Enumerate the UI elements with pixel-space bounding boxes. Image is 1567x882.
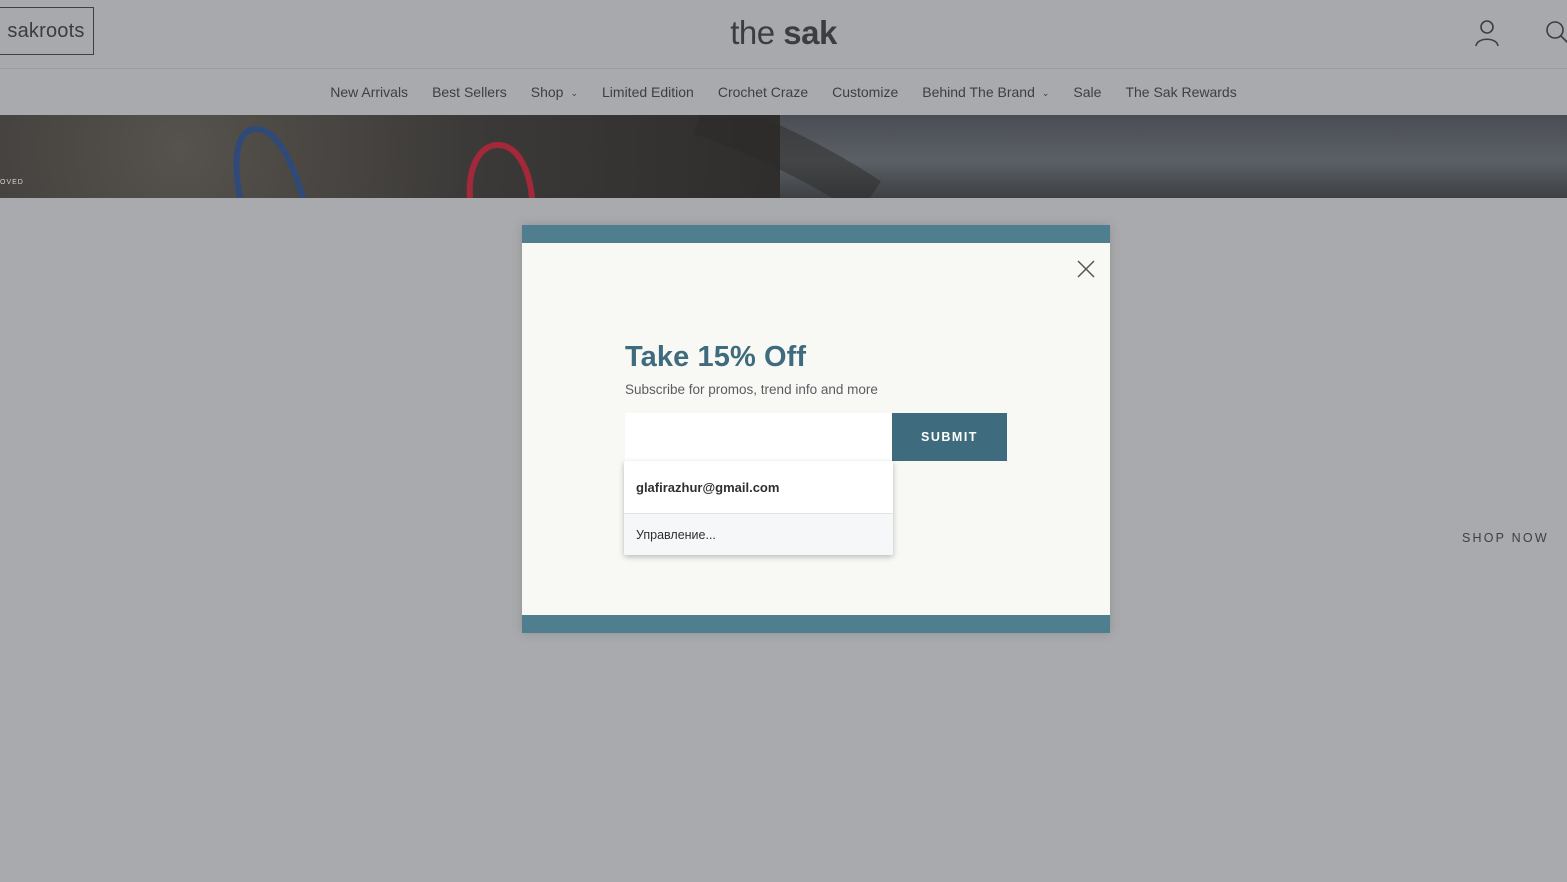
modal-top-bar xyxy=(522,225,1110,243)
modal-headline: Take 15% Off xyxy=(625,341,807,373)
nav-label: Limited Edition xyxy=(602,84,694,100)
logo-prefix: the xyxy=(730,14,784,51)
close-icon[interactable] xyxy=(1074,257,1098,281)
nav-label: Behind The Brand xyxy=(922,84,1035,100)
modal-bottom-bar xyxy=(522,615,1110,633)
nav-item-new-arrivals[interactable]: New Arrivals xyxy=(330,84,408,100)
email-field[interactable] xyxy=(625,413,893,461)
nav-item-crochet-craze[interactable]: Crochet Craze xyxy=(718,84,808,100)
autofill-manage[interactable]: Управление... xyxy=(624,514,893,555)
hero-bag-handles xyxy=(233,115,882,198)
shop-now-link[interactable]: SHOP NOW xyxy=(1462,531,1549,545)
nav-label: Shop xyxy=(530,84,564,100)
autofill-suggestion[interactable]: glafirazhur@gmail.com xyxy=(624,461,893,514)
nav-item-sale[interactable]: Sale xyxy=(1073,84,1101,100)
main-nav: New Arrivals Best Sellers Shop ⌄ Limited … xyxy=(0,69,1567,115)
user-icon[interactable] xyxy=(1474,19,1500,47)
nav-item-shop[interactable]: Shop ⌄ xyxy=(531,84,578,100)
hero-text-fragment: OVED xyxy=(0,179,24,186)
nav-item-rewards[interactable]: The Sak Rewards xyxy=(1125,84,1236,100)
nav-item-behind-the-brand[interactable]: Behind The Brand ⌄ xyxy=(922,84,1049,100)
nav-label: Best Sellers xyxy=(432,84,507,100)
chevron-down-icon: ⌄ xyxy=(1041,87,1050,98)
subscribe-modal: Take 15% Off Subscribe for promos, trend… xyxy=(522,225,1110,633)
site-header: sak roots the sak xyxy=(0,0,1567,69)
submit-button[interactable]: SUBMIT xyxy=(892,413,1007,461)
nav-item-customize[interactable]: Customize xyxy=(832,84,898,100)
nav-label: The Sak Rewards xyxy=(1125,84,1237,100)
logo-bold: sak xyxy=(783,14,837,51)
nav-item-limited-edition[interactable]: Limited Edition xyxy=(602,84,694,100)
nav-label: Crochet Craze xyxy=(717,84,809,100)
nav-label: Sale xyxy=(1073,84,1102,100)
hero-banner-image[interactable]: OVED xyxy=(0,115,1567,198)
chevron-down-icon: ⌄ xyxy=(570,87,579,98)
nav-item-best-sellers[interactable]: Best Sellers xyxy=(432,84,507,100)
nav-label: Customize xyxy=(832,84,899,100)
search-icon[interactable] xyxy=(1545,20,1567,44)
site-logo[interactable]: the sak xyxy=(0,14,1567,52)
nav-label: New Arrivals xyxy=(330,84,409,100)
autofill-dropdown: glafirazhur@gmail.com Управление... xyxy=(624,461,893,555)
modal-subline: Subscribe for promos, trend info and mor… xyxy=(625,382,878,397)
